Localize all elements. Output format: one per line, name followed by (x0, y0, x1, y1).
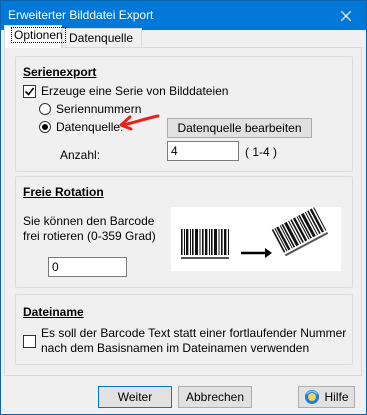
anzahl-label: Anzahl: (60, 148, 101, 162)
radio-seriennummern[interactable] (39, 103, 51, 115)
dateiname-group: Dateiname Es soll der Barcode Text statt… (15, 294, 353, 365)
checkmark-icon (24, 87, 35, 96)
weiter-button[interactable]: Weiter (98, 386, 172, 408)
abbrechen-button[interactable]: Abbrechen (178, 386, 252, 408)
export-dialog: Erweiterter Bilddatei Export Optionen Da… (0, 0, 367, 415)
rotation-illustration (171, 207, 341, 271)
anzahl-range: ( 1-4 ) (245, 145, 278, 159)
serienexport-group: Serienexport Erzeuge eine Serie von Bild… (15, 56, 353, 172)
tab-datenquelle[interactable]: Datenquelle (62, 28, 142, 48)
window-title: Erweiterter Bilddatei Export (8, 8, 154, 22)
rotation-group: Freie Rotation Sie können den Barcode fr… (15, 176, 353, 288)
datenquelle-bearbeiten-label: Datenquelle bearbeiten (177, 121, 302, 135)
weiter-label: Weiter (117, 390, 153, 404)
help-icon (305, 390, 320, 404)
barcode-rotation-image (181, 207, 329, 259)
serienexport-checkbox-label: Erzeuge eine Serie von Bilddateien (41, 84, 229, 98)
tab-optionen-label: Optionen (11, 27, 66, 43)
close-icon[interactable] (326, 1, 366, 30)
rotation-input[interactable]: 0 (48, 257, 127, 277)
red-arrow-annotation (119, 114, 160, 131)
hilfe-label: Hilfe (324, 390, 349, 404)
rotation-description: Sie können den Barcode frei rotieren (0-… (23, 214, 156, 243)
anzahl-value: 4 (171, 144, 178, 158)
radio-datenquelle[interactable] (39, 121, 51, 133)
anzahl-input[interactable]: 4 (167, 141, 239, 161)
radio-datenquelle-label: Datenquelle: (56, 120, 124, 134)
serienexport-checkbox[interactable] (23, 85, 36, 98)
dateiname-checkbox-label: Es soll der Barcode Text statt einer for… (41, 326, 347, 355)
dateiname-title: Dateiname (23, 305, 84, 319)
serienexport-title: Serienexport (23, 65, 97, 79)
options-panel: Serienexport Erzeuge eine Serie von Bild… (4, 47, 362, 376)
tab-optionen[interactable]: Optionen (4, 25, 66, 48)
abbrechen-label: Abbrechen (185, 390, 245, 404)
hilfe-button[interactable]: Hilfe (298, 386, 355, 408)
datenquelle-bearbeiten-button[interactable]: Datenquelle bearbeiten (167, 118, 312, 138)
tab-datenquelle-label: Datenquelle (69, 31, 134, 45)
rotation-title: Freie Rotation (23, 185, 104, 199)
rotation-value: 0 (52, 260, 59, 274)
dateiname-checkbox[interactable] (23, 335, 36, 348)
